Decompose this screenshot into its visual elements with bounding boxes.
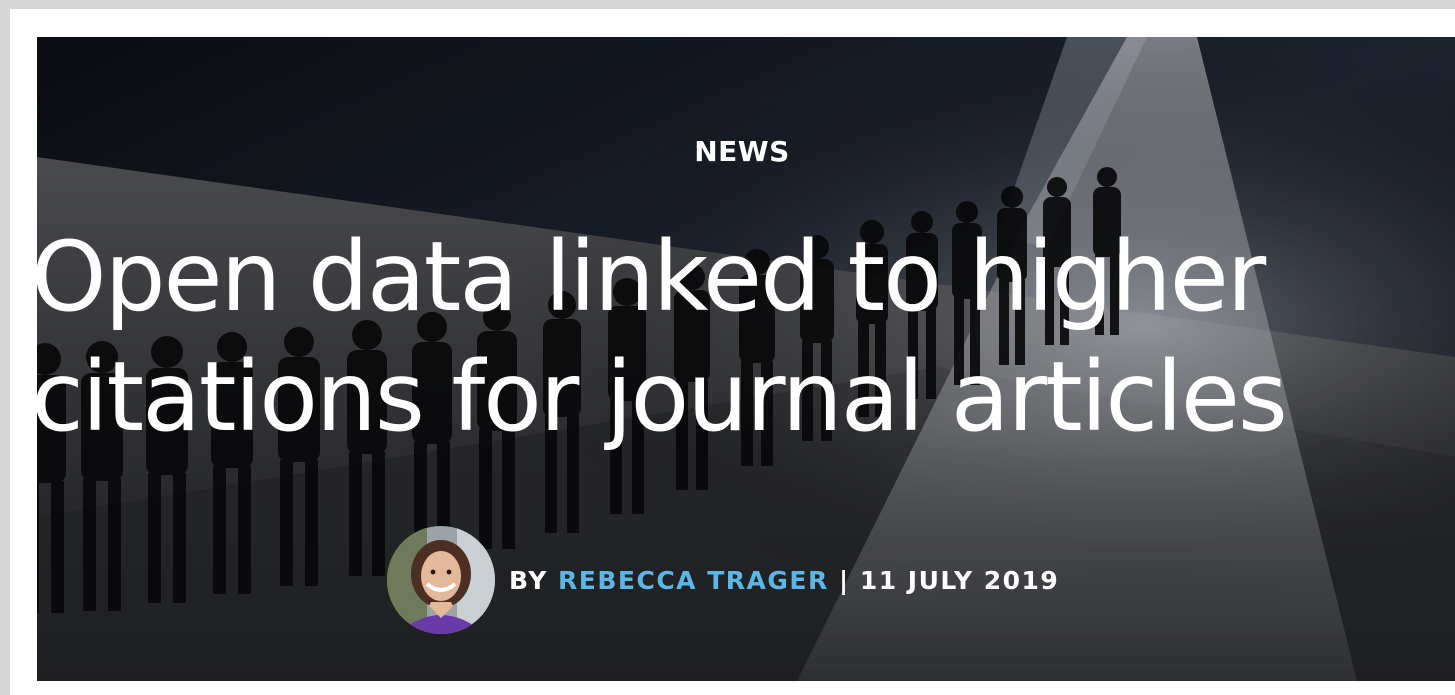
- publish-date: 11 JULY 2019: [859, 565, 1060, 595]
- author-photo-icon: [387, 526, 495, 634]
- headline-line-1: Open data linked to higher: [37, 221, 1266, 333]
- byline-separator: |: [838, 565, 850, 595]
- byline: BY REBECCA TRAGER | 11 JULY 2019: [509, 566, 1059, 595]
- article-headline: Open data linked to higher citations for…: [37, 217, 1455, 457]
- author-link[interactable]: REBECCA TRAGER: [558, 566, 829, 595]
- section-label[interactable]: NEWS: [37, 135, 1447, 168]
- headline-line-2: citations for journal articles: [37, 341, 1288, 453]
- page-frame: NEWS Open data linked to higher citation…: [10, 9, 1455, 695]
- byline-prefix: BY: [509, 565, 548, 595]
- byline-row: BY REBECCA TRAGER | 11 JULY 2019: [387, 525, 1059, 635]
- author-avatar[interactable]: [387, 526, 495, 634]
- article-hero: NEWS Open data linked to higher citation…: [37, 37, 1455, 681]
